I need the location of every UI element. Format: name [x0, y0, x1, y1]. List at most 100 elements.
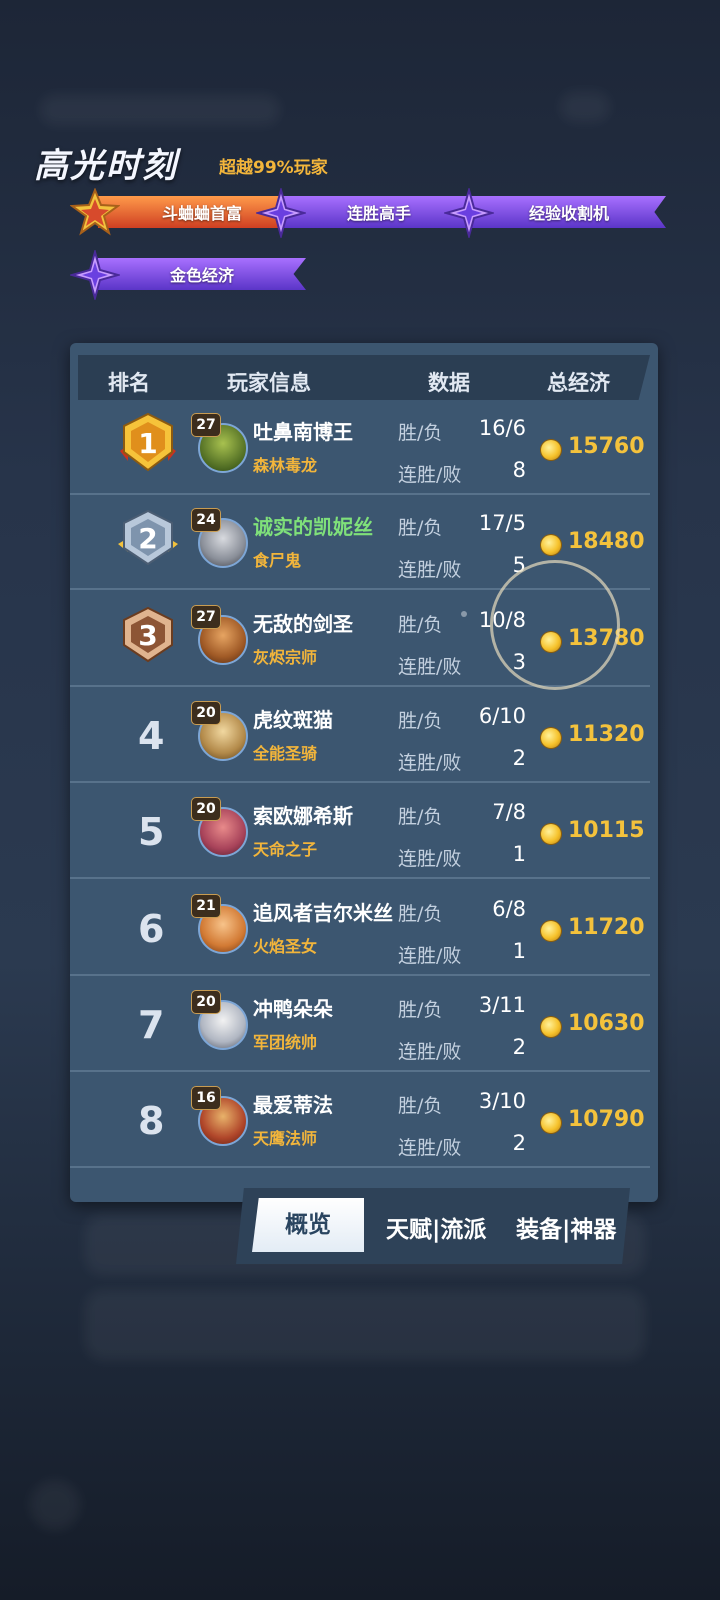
bronze-rank-medal-icon: 3 — [123, 606, 173, 663]
table-row[interactable]: 7 20 冲鸭朵朵 军团统帅 胜/负 3/11 连胜/败 2 10630 — [70, 976, 650, 1072]
star-badge-icon — [70, 188, 120, 236]
total-economy-value: 18480 — [568, 529, 645, 554]
wl-value: 3/10 — [478, 1089, 526, 1113]
total-economy-value: 15760 — [568, 434, 645, 459]
streak-value: 8 — [512, 458, 526, 482]
row-divider — [70, 1166, 650, 1168]
gold-coin-icon — [541, 1113, 561, 1133]
player-class: 天命之子 — [253, 840, 318, 859]
streak-label: 连胜/败 — [398, 848, 462, 870]
rank-number: 4 — [138, 714, 165, 758]
table-row[interactable]: 8 16 最爱蒂法 天鹰法师 胜/负 3/10 连胜/败 2 10790 — [70, 1072, 650, 1168]
streak-label: 连胜/败 — [398, 945, 462, 967]
streak-value: 2 — [512, 746, 526, 770]
table-row[interactable]: 5 20 索欧娜希斯 天命之子 胜/负 7/8 连胜/败 1 10115 — [70, 783, 650, 879]
level-badge: 27 — [191, 605, 221, 629]
streak-value: 1 — [512, 842, 526, 866]
tab-talents-builds[interactable]: 天赋|流派 — [386, 1210, 486, 1244]
rank-number: 7 — [138, 1003, 165, 1047]
tab-bar: 概览 天赋|流派 装备|神器 — [236, 1188, 630, 1264]
streak-value: 2 — [512, 1035, 526, 1059]
wl-value: 7/8 — [492, 800, 526, 824]
level-badge: 21 — [191, 894, 221, 918]
total-economy-value: 11320 — [568, 722, 645, 747]
player-class: 军团统帅 — [253, 1033, 318, 1052]
rank-number: 2 — [138, 522, 157, 555]
gold-coin-icon — [541, 824, 561, 844]
row-divider — [70, 877, 650, 879]
header-total-economy: 总经济 — [547, 371, 610, 395]
tab-overview[interactable]: 概览 — [252, 1198, 364, 1252]
wl-label: 胜/负 — [398, 806, 443, 828]
silver-rank-medal-icon: 2 — [118, 509, 178, 566]
rank-number: 8 — [138, 1099, 165, 1143]
wl-value: 6/10 — [478, 704, 526, 728]
wl-label: 胜/负 — [398, 422, 443, 444]
wl-label: 胜/负 — [398, 999, 443, 1021]
badge-label: 经验收割机 — [472, 196, 666, 228]
tab-equipment-artifacts[interactable]: 装备|神器 — [516, 1210, 616, 1244]
player-class: 灰烬宗师 — [253, 648, 318, 667]
streak-label: 连胜/败 — [398, 559, 462, 581]
total-economy-value: 10115 — [568, 818, 645, 843]
player-name: 吐鼻南博王 — [253, 420, 353, 444]
wl-value: 16/6 — [478, 416, 526, 440]
streak-label: 连胜/败 — [398, 1041, 462, 1063]
total-economy-value: 11720 — [568, 915, 645, 940]
level-badge: 16 — [191, 1086, 221, 1110]
player-name: 追风者吉尔米丝 — [253, 901, 393, 925]
player-name: 诚实的凯妮丝 — [253, 515, 373, 539]
level-badge: 24 — [191, 508, 221, 532]
wl-value: 3/11 — [478, 993, 526, 1017]
player-class: 森林毒龙 — [253, 456, 318, 475]
level-badge: 20 — [191, 797, 221, 821]
highlight-subtitle: 超越99%玩家 — [219, 158, 328, 178]
gold-coin-icon — [541, 921, 561, 941]
header-player-info: 玩家信息 — [227, 371, 311, 395]
rank-number: 3 — [138, 619, 157, 652]
player-name: 无敌的剑圣 — [253, 612, 353, 636]
gold-coin-icon — [541, 535, 561, 555]
total-economy-value: 10790 — [568, 1107, 645, 1132]
gold-coin-icon — [541, 728, 561, 748]
player-name: 冲鸭朵朵 — [253, 997, 333, 1021]
star-badge-icon — [444, 188, 494, 238]
level-badge: 20 — [191, 701, 221, 725]
player-class: 火焰圣女 — [253, 937, 318, 956]
wl-label: 胜/负 — [398, 517, 443, 539]
rank-number: 5 — [138, 810, 165, 854]
table-row[interactable]: 6 21 追风者吉尔米丝 火焰圣女 胜/负 6/8 连胜/败 1 11720 — [70, 880, 650, 976]
header-rank: 排名 — [108, 371, 150, 395]
streak-label: 连胜/败 — [398, 752, 462, 774]
gold-coin-icon — [541, 440, 561, 460]
tap-dot — [461, 611, 467, 617]
wl-value: 6/8 — [492, 897, 526, 921]
wl-label: 胜/负 — [398, 614, 443, 636]
player-name: 最爱蒂法 — [253, 1093, 333, 1117]
tap-indicator — [490, 560, 620, 690]
player-class: 食尸鬼 — [253, 551, 302, 570]
table-row[interactable]: 4 20 虎纹斑猫 全能圣骑 胜/负 6/10 连胜/败 2 11320 — [70, 687, 650, 783]
star-badge-icon — [70, 250, 120, 300]
gold-coin-icon — [541, 1017, 561, 1037]
wl-label: 胜/负 — [398, 1095, 443, 1117]
streak-label: 连胜/败 — [398, 656, 462, 678]
badge-label: 金色经济 — [98, 258, 306, 290]
streak-label: 连胜/败 — [398, 464, 462, 486]
wl-label: 胜/负 — [398, 903, 443, 925]
player-name: 虎纹斑猫 — [253, 708, 333, 732]
player-name: 索欧娜希斯 — [253, 804, 353, 828]
streak-value: 2 — [512, 1131, 526, 1155]
level-badge: 27 — [191, 413, 221, 437]
level-badge: 20 — [191, 990, 221, 1014]
wl-label: 胜/负 — [398, 710, 443, 732]
header-stats: 数据 — [428, 371, 470, 395]
star-badge-icon — [256, 188, 306, 238]
wl-value: 17/5 — [478, 511, 526, 535]
table-row[interactable]: 1 27 吐鼻南博王 森林毒龙 胜/负 16/6 连胜/败 8 15760 — [70, 399, 650, 495]
player-class: 天鹰法师 — [253, 1129, 318, 1148]
streak-value: 1 — [512, 939, 526, 963]
total-economy-value: 10630 — [568, 1011, 645, 1036]
rank-number: 1 — [138, 427, 157, 460]
gold-rank-medal-icon: 1 — [120, 412, 176, 472]
